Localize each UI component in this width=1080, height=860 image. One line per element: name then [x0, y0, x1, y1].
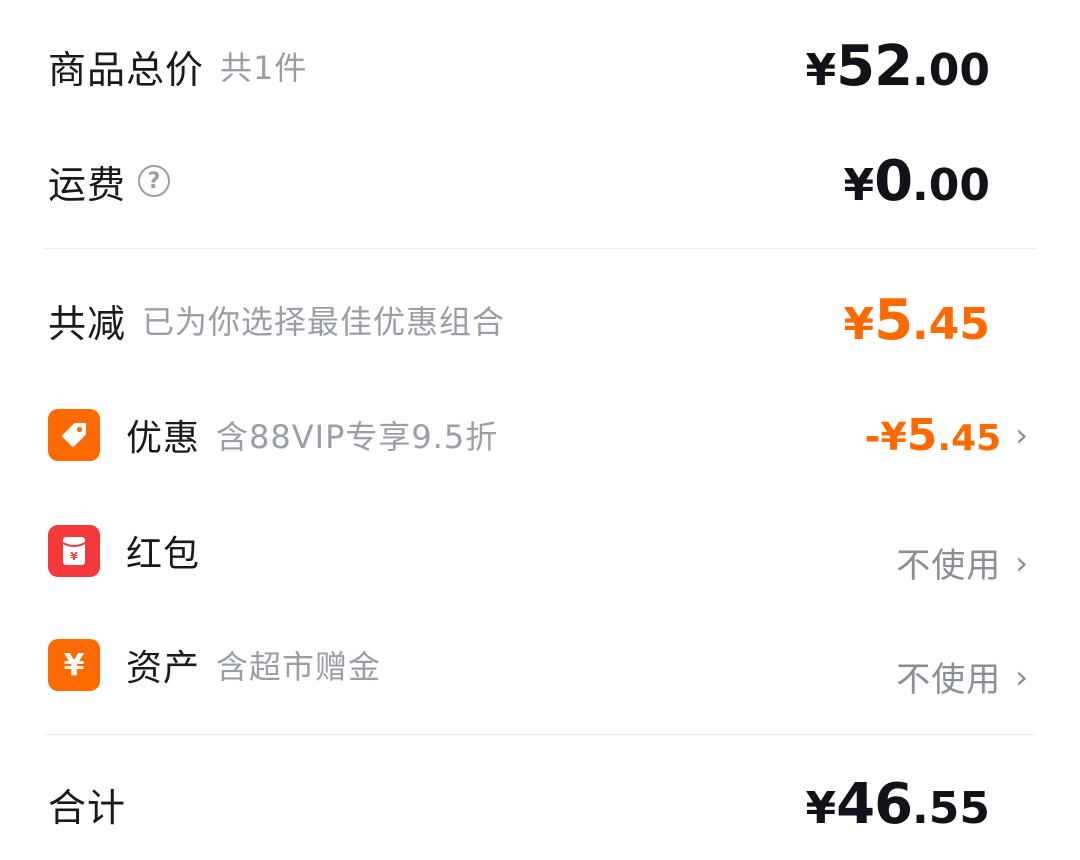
currency-symbol: ¥: [880, 414, 907, 459]
currency-symbol: ¥: [805, 782, 837, 834]
tag-icon: [48, 409, 100, 461]
red-packet-icon: ¥: [48, 525, 100, 577]
reduction-row: 共减 已为你选择最佳优惠组合 ¥ 5 .45: [0, 284, 1080, 356]
chevron-right-icon: ›: [1015, 416, 1028, 454]
price-decimal: .45: [912, 298, 990, 350]
item-count: 共1件: [220, 49, 308, 87]
red-packet-row[interactable]: ¥ 红包 不使用 ›: [0, 520, 1080, 586]
red-packet-status: 不使用: [896, 546, 1002, 586]
shipping-label: 运费: [48, 162, 127, 207]
discount-amount: - ¥ 5 .45: [865, 410, 1002, 461]
svg-text:¥: ¥: [70, 550, 78, 563]
minus-sign: -: [864, 414, 881, 459]
total-price: ¥ 46 .55: [805, 772, 990, 837]
shipping-price: ¥ 0 .00: [843, 149, 990, 214]
price-decimal: .00: [912, 159, 990, 211]
yen-icon: ¥: [48, 639, 100, 691]
red-packet-value[interactable]: 不使用 ›: [896, 538, 1028, 587]
reduction-price: ¥ 5 .45: [843, 288, 990, 353]
divider: [44, 734, 1036, 735]
price-integer: 5: [874, 287, 913, 353]
total-label: 合计: [48, 785, 127, 830]
price-integer: 0: [874, 148, 913, 214]
divider: [44, 248, 1036, 249]
discount-value[interactable]: - ¥ 5 .45 ›: [865, 410, 1028, 461]
currency-symbol: ¥: [843, 159, 875, 211]
subtotal-label: 商品总价: [48, 47, 205, 92]
assets-sub: 含超市赠金: [216, 648, 382, 686]
reduction-label: 共减: [48, 301, 127, 346]
price-decimal: .55: [912, 782, 990, 834]
assets-label: 资产: [126, 648, 201, 689]
chevron-right-icon: ›: [1015, 657, 1028, 696]
subtotal-row: 商品总价 共1件 ¥ 52 .00: [0, 30, 1080, 102]
total-row: 合计 ¥ 46 .55: [0, 768, 1080, 840]
price-integer: 46: [836, 771, 913, 837]
shipping-row: 运费 ? ¥ 0 .00: [0, 145, 1080, 217]
reduction-desc: 已为你选择最佳优惠组合: [142, 303, 506, 341]
chevron-right-icon: ›: [1015, 543, 1028, 582]
assets-status: 不使用: [896, 660, 1002, 700]
red-packet-label: 红包: [126, 534, 201, 575]
help-icon[interactable]: ?: [138, 165, 171, 197]
currency-symbol: ¥: [805, 44, 837, 96]
yen-glyph: ¥: [63, 647, 85, 683]
assets-row[interactable]: ¥ 资产 含超市赠金 不使用 ›: [0, 634, 1080, 700]
currency-symbol: ¥: [843, 298, 875, 350]
discount-sub: 含88VIP专享9.5折: [216, 418, 499, 456]
assets-value[interactable]: 不使用 ›: [896, 652, 1028, 701]
subtotal-price: ¥ 52 .00: [805, 34, 990, 99]
price-integer: 52: [836, 33, 913, 99]
price-decimal: .45: [937, 417, 1002, 459]
price-integer: 5: [906, 409, 938, 461]
price-decimal: .00: [912, 44, 990, 96]
discount-label: 优惠: [126, 418, 201, 459]
discount-row[interactable]: 优惠 含88VIP专享9.5折 - ¥ 5 .45 ›: [0, 404, 1080, 466]
